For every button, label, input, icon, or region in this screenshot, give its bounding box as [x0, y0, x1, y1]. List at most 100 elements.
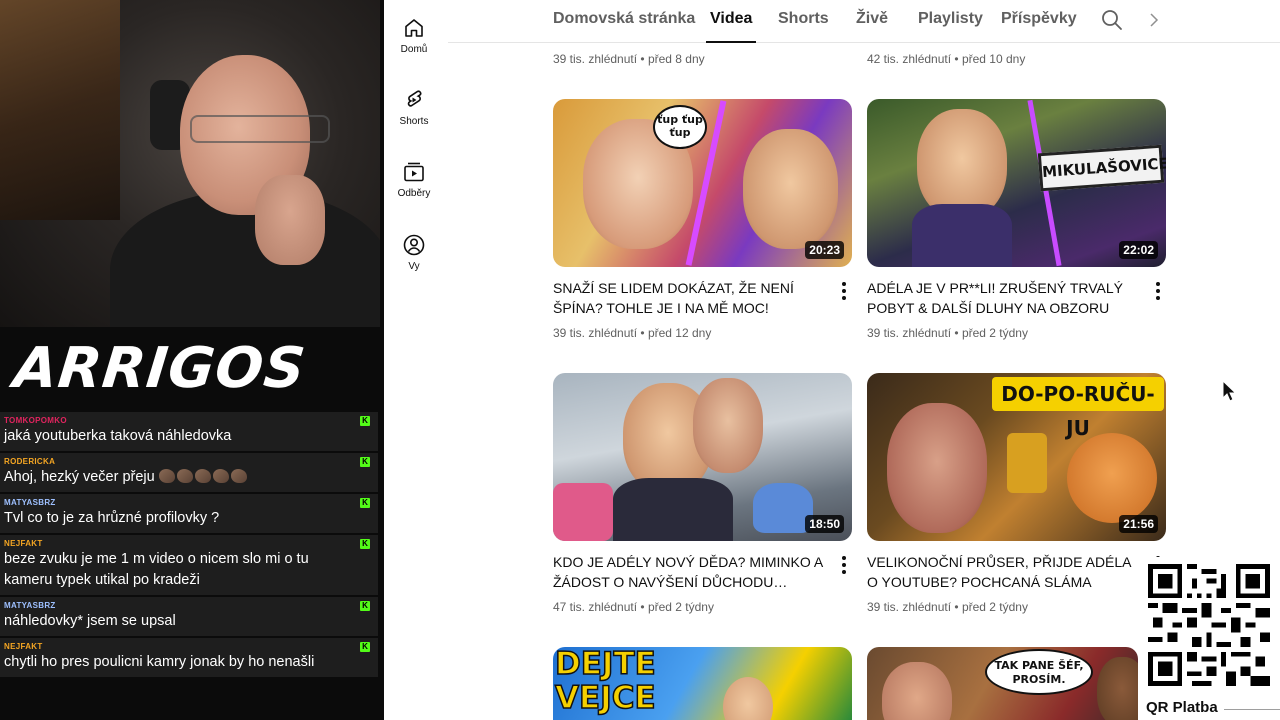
video-title[interactable]: VELIKONOČNÍ PRŮSER, PŘIJDE ADÉLA O YOUTU… [867, 552, 1139, 592]
chat-text-row: Ahoj, hezký večer přeju [4, 467, 356, 488]
chat-message: RODERICKA Ahoj, hezký večer přeju K [0, 453, 378, 492]
video-thumbnail[interactable]: DEJTE VEJCE [553, 647, 852, 720]
chat-message: NEJFAKT beze zvuku je me 1 m video o nic… [0, 535, 378, 595]
search-icon[interactable] [1100, 8, 1124, 32]
chat-text: Ahoj, hezký večer přeju [4, 469, 155, 485]
sidebar-item-shorts[interactable]: Shorts [384, 88, 444, 127]
thumbnail-text: MIKULAŠOVICE [1037, 144, 1166, 192]
tab-posts[interactable]: Příspěvky [1001, 10, 1077, 43]
thumbnail-figure [1067, 433, 1157, 523]
thumbnail-text: ťup ťup ťup [653, 105, 707, 149]
more-options-icon[interactable] [1150, 280, 1166, 302]
upload-age: před 10 dny [961, 52, 1026, 66]
qr-label: QR Platba [1146, 699, 1218, 716]
video-duration: 20:23 [805, 241, 844, 259]
video-thumbnail[interactable]: ťup ťup ťup 20:23 [553, 99, 852, 267]
thumbnail-figure [882, 662, 952, 720]
shorts-icon [407, 90, 422, 107]
chat-message: MATYASBRZ Tvl co to je za hrůzné profilo… [0, 494, 378, 533]
sidebar-item-label: Shorts [399, 116, 429, 127]
home-icon [405, 19, 423, 37]
tab-home[interactable]: Domovská stránka [553, 10, 695, 43]
divider [1224, 709, 1280, 710]
thumbnail-figure [723, 677, 773, 720]
emote-icon [194, 469, 211, 483]
channel-logo: ARRIGOS [10, 336, 309, 401]
channel-tabs: Domovská stránka Videa Shorts Živě Playl… [448, 0, 1280, 43]
emote-icon [212, 469, 229, 483]
view-count: 39 tis. zhlédnutí [867, 326, 952, 340]
video-meta: 39 tis. zhlédnutí • před 2 týdny [867, 326, 1028, 340]
webcam-feed [0, 0, 380, 327]
video-duration: 22:02 [1119, 241, 1158, 259]
thumbnail-text: DEJTE VEJCE [554, 647, 656, 716]
upload-age: před 8 dny [647, 52, 705, 66]
mini-guide-sidebar: Domů Shorts Odběry Vy [384, 0, 444, 720]
sidebar-item-you[interactable]: Vy [384, 233, 444, 272]
upload-age: před 12 dny [647, 326, 712, 340]
chat-username: NEJFAKT [4, 539, 43, 548]
thumbnail-figure [887, 403, 987, 533]
video-thumbnail[interactable]: MIKULAŠOVICE 22:02 [867, 99, 1166, 267]
video-title[interactable]: ADÉLA JE V PR**LI! ZRUŠENÝ TRVALÝ POBYT … [867, 278, 1139, 318]
video-meta: 47 tis. zhlédnutí • před 2 týdny [553, 600, 714, 614]
sidebar-item-home[interactable]: Domů [384, 16, 444, 55]
thumbnail-figure [743, 129, 838, 249]
more-options-icon[interactable] [836, 554, 852, 576]
kick-badge-icon: K [360, 539, 370, 549]
thumbnail-figure [693, 378, 763, 473]
video-thumbnail[interactable]: TAK PANE ŠÉF, PROSÍM. [867, 647, 1138, 720]
sidebar-item-label: Domů [400, 44, 428, 55]
video-duration: 21:56 [1119, 515, 1158, 533]
kick-badge-icon: K [360, 642, 370, 652]
more-options-icon[interactable] [836, 280, 852, 302]
tab-playlists[interactable]: Playlisty [918, 10, 983, 43]
video-thumbnail[interactable]: DO-PO-RUČU-JU 21:56 [867, 373, 1166, 541]
background-picture-frame [0, 0, 120, 220]
mouse-cursor-icon [1222, 380, 1236, 402]
qr-payment-overlay: QR Platba [1138, 557, 1280, 720]
tab-shorts[interactable]: Shorts [778, 10, 829, 43]
chevron-right-icon[interactable] [1148, 10, 1160, 30]
tab-live[interactable]: Živě [856, 10, 888, 43]
thumbnail-can [1007, 433, 1047, 493]
view-count: 47 tis. zhlédnutí [553, 600, 638, 614]
video-meta: 39 tis. zhlédnutí • před 8 dny [553, 52, 705, 66]
qr-code-icon [1148, 564, 1270, 686]
chat-message: NEJFAKT chytli ho pres poulicni kamry jo… [0, 638, 378, 677]
chat-username: MATYASBRZ [4, 498, 56, 507]
video-title[interactable]: KDO JE ADÉLY NOVÝ DĚDA? MIMINKO A ŽÁDOST… [553, 552, 825, 592]
kick-badge-icon: K [360, 498, 370, 508]
emote-icon [230, 469, 247, 483]
subscriptions-icon [404, 162, 424, 182]
sidebar-item-subscriptions[interactable]: Odběry [384, 160, 444, 199]
video-meta: 39 tis. zhlédnutí • před 12 dny [553, 326, 712, 340]
upload-age: před 2 týdny [961, 326, 1028, 340]
sidebar-item-label: Odběry [397, 188, 431, 199]
chat-text: Tvl co to je za hrůzné profilovky ? [4, 510, 220, 526]
chat-panel: TOMKOPOMKO jaká youtuberka taková náhled… [0, 412, 380, 679]
thumbnail-text: DO-PO-RUČU-JU [992, 377, 1164, 440]
thumbnail-figure [912, 204, 1012, 267]
chat-text: chytli ho pres poulicni kamry jonak by h… [4, 654, 315, 670]
chat-username: RODERICKA [4, 457, 56, 466]
chat-username: TOMKOPOMKO [4, 416, 67, 425]
chat-username: MATYASBRZ [4, 601, 56, 610]
thumbnail-suitcase [553, 483, 613, 541]
chat-username: NEJFAKT [4, 642, 43, 651]
glasses [190, 115, 330, 143]
view-count: 39 tis. zhlédnutí [553, 52, 638, 66]
chat-message: TOMKOPOMKO jaká youtuberka taková náhled… [0, 412, 378, 451]
video-thumbnail[interactable]: 18:50 [553, 373, 852, 541]
emote-icon [158, 469, 175, 483]
video-duration: 18:50 [805, 515, 844, 533]
chat-text: jaká youtuberka taková náhledovka [4, 428, 232, 444]
view-count: 39 tis. zhlédnutí [867, 600, 952, 614]
thumbnail-figure [917, 109, 1007, 219]
video-meta: 39 tis. zhlédnutí • před 2 týdny [867, 600, 1028, 614]
tab-videos[interactable]: Videa [706, 10, 757, 43]
view-count: 39 tis. zhlédnutí [553, 326, 638, 340]
upload-age: před 2 týdny [961, 600, 1028, 614]
chat-text: beze zvuku je me 1 m video o nicem slo m… [4, 551, 309, 588]
video-title[interactable]: SNAŽÍ SE LIDEM DOKÁZAT, ŽE NENÍ ŠPÍNA? T… [553, 278, 825, 318]
